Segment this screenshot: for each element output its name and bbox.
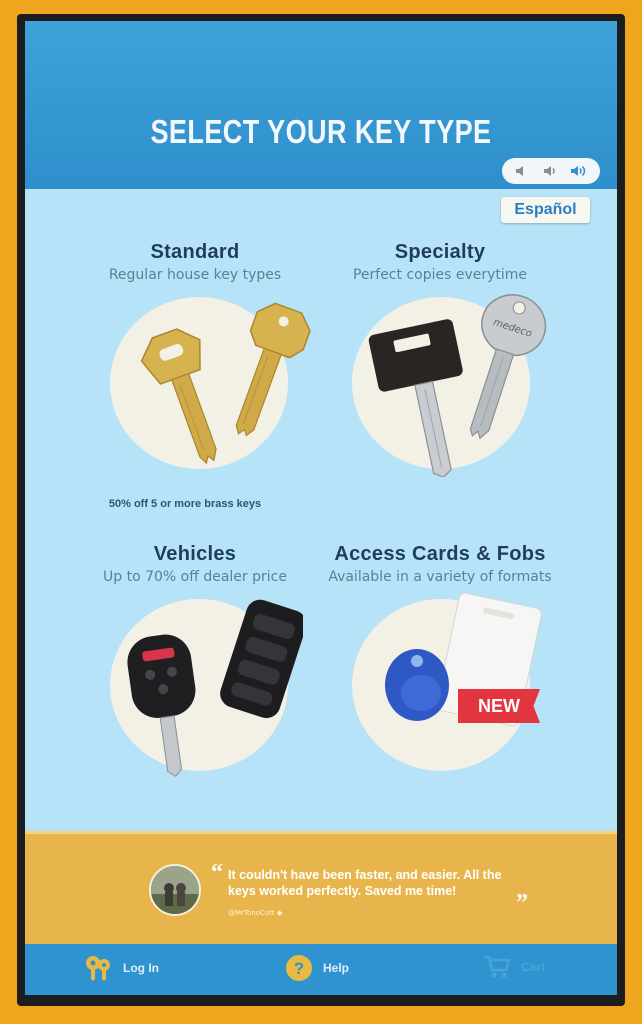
language-button[interactable]: Español xyxy=(501,197,590,223)
testimonial-handle: @MrTonoCott ◆ xyxy=(228,909,282,917)
volume-low-icon[interactable] xyxy=(539,161,563,181)
category-title: Vehicles xyxy=(153,543,237,565)
category-subtitle: Up to 70% off dealer price xyxy=(103,569,287,585)
testimonial-quote: It couldn't have been faster, and easier… xyxy=(228,868,502,898)
help-label: Help xyxy=(323,961,350,975)
specialty-keys-icon[interactable]: medeco xyxy=(363,287,553,477)
category-standard[interactable]: Standard Regular house key types xyxy=(60,241,330,283)
category-vehicles[interactable]: Vehicles Up to 70% off dealer price xyxy=(60,543,330,585)
category-subtitle: Regular house key types xyxy=(108,267,282,283)
testimonial-banner: “ It couldn't have been faster, and easi… xyxy=(25,831,617,947)
category-title: Specialty xyxy=(394,241,486,263)
brass-house-keys-icon[interactable] xyxy=(120,289,320,479)
cart-icon xyxy=(484,955,511,978)
category-subtitle: Perfect copies everytime xyxy=(352,267,528,283)
page-title: SELECT YOUR KEY TYPE xyxy=(150,113,492,150)
bird-icon: ◆ xyxy=(276,909,283,917)
category-access-cards[interactable]: Access Cards & Fobs Available in a varie… xyxy=(305,543,575,585)
login-button[interactable]: Log In xyxy=(83,954,159,982)
keys-icon xyxy=(86,956,110,981)
help-icon: ? xyxy=(286,955,312,981)
new-badge: NEW xyxy=(458,689,540,723)
header: SELECT YOUR KEY TYPE xyxy=(25,21,617,189)
login-label: Log In xyxy=(123,961,159,975)
kiosk-screen: SELECT YOUR KEY TYPE Español Standard Re… xyxy=(25,21,617,995)
footer-nav: Log In ? Help Cart xyxy=(25,944,617,995)
handle-text: @MrTonoCott xyxy=(228,909,275,917)
volume-high-icon[interactable] xyxy=(568,161,592,181)
car-keys-icon[interactable] xyxy=(123,593,303,783)
standard-promo-text: 50% off 5 or more brass keys xyxy=(108,498,262,510)
help-button[interactable]: ? Help xyxy=(285,954,349,982)
category-subtitle: Available in a variety of formats xyxy=(328,569,552,585)
cart-button[interactable]: Cart xyxy=(483,954,545,980)
mute-icon[interactable] xyxy=(510,161,534,181)
category-title: Standard xyxy=(150,241,240,263)
svg-text:?: ? xyxy=(294,959,304,978)
avatar xyxy=(149,864,201,916)
category-title: Access Cards & Fobs xyxy=(334,543,546,565)
close-quote-icon: ” xyxy=(516,890,528,916)
volume-control xyxy=(502,158,600,184)
cart-label: Cart xyxy=(521,960,546,974)
open-quote-icon: “ xyxy=(211,860,223,886)
category-specialty[interactable]: Specialty Perfect copies everytime xyxy=(305,241,575,283)
